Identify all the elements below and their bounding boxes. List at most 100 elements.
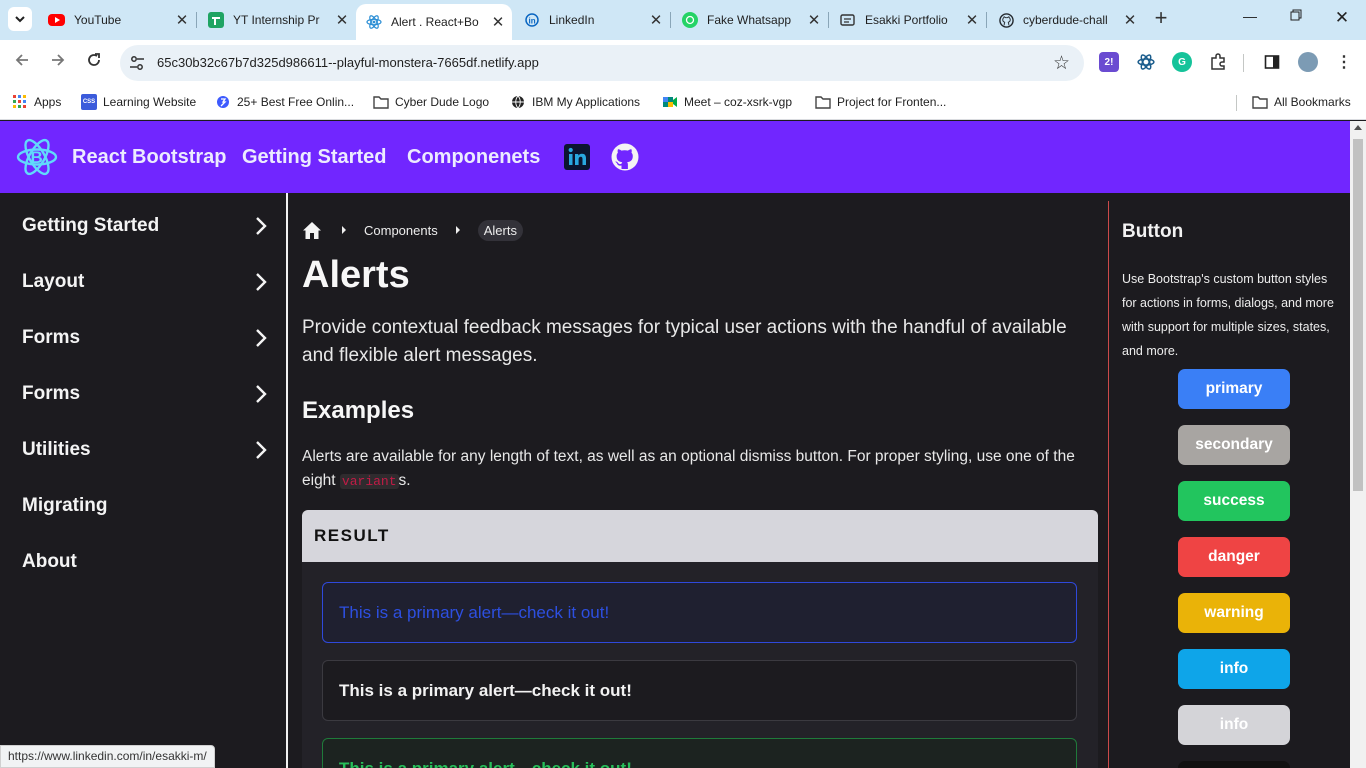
close-tab-icon[interactable]: ✕	[648, 11, 664, 29]
sidebar-item-forms-2[interactable]: Forms	[22, 374, 268, 414]
sidebar-item-utilities[interactable]: Utilities	[22, 430, 268, 470]
github-icon[interactable]	[611, 143, 639, 171]
bookmark-label: 25+ Best Free Onlin...	[237, 95, 355, 109]
tab-title: YT Internship Pr	[233, 13, 320, 27]
bookmarks-divider	[1236, 95, 1237, 111]
extension-icon[interactable]: 2!	[1099, 52, 1119, 72]
all-bookmarks-button[interactable]: All Bookmarks	[1252, 93, 1351, 111]
info-button[interactable]: info	[1178, 649, 1290, 689]
bookmark-learning-website[interactable]: CSS Learning Website	[81, 93, 196, 111]
github-icon	[998, 12, 1014, 28]
folder-icon	[373, 94, 389, 110]
react-bootstrap-logo-icon[interactable]: B	[16, 137, 58, 177]
tab-portfolio[interactable]: Esakki Portfolio ✕	[830, 0, 986, 40]
warning-button[interactable]: warning	[1178, 593, 1290, 633]
profile-avatar[interactable]	[1298, 52, 1318, 72]
more-menu-icon[interactable]: ⋮	[1334, 52, 1354, 72]
tab-internship[interactable]: YT Internship Pr ✕	[198, 0, 356, 40]
tab-youtube[interactable]: YouTube ✕	[38, 0, 196, 40]
bookmark-star-icon[interactable]: ☆	[1053, 52, 1070, 75]
tab-search-button[interactable]	[8, 7, 32, 31]
react-devtools-icon[interactable]	[1136, 52, 1156, 72]
nav-components[interactable]: Componenets	[407, 146, 540, 169]
sidebar-item-label: Utilities	[22, 439, 91, 460]
back-button[interactable]	[11, 52, 33, 74]
close-tab-icon[interactable]: ✕	[334, 11, 350, 29]
primary-button[interactable]: primary	[1178, 369, 1290, 409]
side-panel-icon[interactable]	[1262, 52, 1282, 72]
success-button[interactable]: success	[1178, 481, 1290, 521]
close-window-button[interactable]: ✕	[1330, 8, 1354, 32]
linkedin-icon: in	[524, 12, 540, 28]
sidebar-item-about[interactable]: About	[22, 542, 268, 582]
react-icon	[366, 14, 382, 30]
chevron-down-icon	[15, 16, 25, 23]
reload-button[interactable]	[83, 52, 105, 74]
bookmark-project-frontend[interactable]: Project for Fronten...	[815, 93, 946, 111]
arrow-left-icon	[15, 54, 28, 66]
sidebar-item-forms[interactable]: Forms	[22, 318, 268, 358]
folder-icon	[815, 94, 831, 110]
close-tab-icon[interactable]: ✕	[174, 11, 190, 29]
tab-title: Fake Whatsapp	[707, 13, 792, 27]
bookmark-meet[interactable]: Meet – coz-xsrk-vgp	[662, 93, 792, 111]
brand-link[interactable]: React Bootstrap	[72, 146, 226, 169]
tab-linkedin[interactable]: in LinkedIn ✕	[514, 0, 670, 40]
bookmark-label: IBM My Applications	[532, 95, 641, 109]
bookmark-best-free[interactable]: 25+ Best Free Onlin...	[215, 93, 354, 111]
forward-button[interactable]	[47, 52, 69, 74]
bookmark-label: All Bookmarks	[1274, 95, 1351, 109]
sidebar-item-getting-started[interactable]: Getting Started	[22, 206, 268, 246]
bookmark-apps[interactable]: Apps	[12, 93, 61, 111]
globe-icon	[510, 94, 526, 110]
site-settings-icon[interactable]	[128, 54, 146, 72]
tab-divider	[986, 12, 987, 28]
tab-alert-active[interactable]: Alert . React+Bo ✕	[356, 4, 512, 40]
home-icon[interactable]	[302, 221, 322, 240]
web-page: B React Bootstrap Getting Started Compon…	[0, 121, 1350, 768]
examples-text: Alerts are available for any length of t…	[302, 448, 1075, 489]
tab-title: cyberdude-chall	[1023, 13, 1108, 27]
scroll-up-arrow-icon[interactable]	[1354, 125, 1362, 130]
page-scrollbar[interactable]	[1350, 121, 1366, 768]
tab-title: LinkedIn	[549, 13, 595, 27]
chevron-right-icon	[256, 329, 267, 347]
grammarly-icon[interactable]: G	[1172, 52, 1192, 72]
tab-title: Esakki Portfolio	[865, 13, 948, 27]
close-tab-icon[interactable]: ✕	[964, 11, 980, 29]
extensions-puzzle-icon[interactable]	[1208, 52, 1228, 72]
tab-whatsapp[interactable]: Fake Whatsapp ✕	[672, 0, 828, 40]
status-bar-url: https://www.linkedin.com/in/esakki-m/	[0, 745, 215, 768]
alert-primary: This is a primary alert—check it out!	[322, 582, 1077, 643]
bookmark-cyber-dude-logo[interactable]: Cyber Dude Logo	[373, 93, 489, 111]
new-tab-button[interactable]: +	[1150, 7, 1172, 30]
breadcrumb-components[interactable]: Components	[364, 223, 438, 238]
alert-text: This is a primary alert—check it out!	[339, 602, 610, 622]
secondary-button[interactable]: secondary	[1178, 425, 1290, 465]
minimize-button[interactable]: —	[1238, 8, 1262, 32]
dark-button[interactable]	[1178, 761, 1290, 768]
close-tab-icon[interactable]: ✕	[1122, 11, 1138, 29]
page-title: Alerts	[302, 254, 410, 296]
close-tab-icon[interactable]: ✕	[490, 13, 506, 31]
breadcrumb-alerts: Alerts	[477, 219, 523, 241]
site-icon	[215, 94, 231, 110]
sidebar-item-migrating[interactable]: Migrating	[22, 486, 268, 526]
examples-description: Alerts are available for any length of t…	[302, 445, 1098, 494]
scroll-thumb[interactable]	[1353, 139, 1363, 491]
restore-button[interactable]	[1284, 8, 1308, 32]
close-tab-icon[interactable]: ✕	[806, 11, 822, 29]
linkedin-icon[interactable]	[563, 143, 591, 171]
nav-getting-started[interactable]: Getting Started	[242, 146, 386, 169]
portfolio-icon	[840, 12, 856, 28]
chevron-right-icon	[256, 441, 267, 459]
light-info-button[interactable]: info	[1178, 705, 1290, 745]
tab-title: YouTube	[74, 13, 122, 27]
aside-description: Use Bootstrap's custom button styles for…	[1122, 272, 1334, 358]
whatsapp-icon	[682, 12, 698, 28]
tab-github[interactable]: cyberdude-chall ✕	[988, 0, 1144, 40]
sidebar-item-layout[interactable]: Layout	[22, 262, 268, 302]
danger-button[interactable]: danger	[1178, 537, 1290, 577]
address-bar[interactable]: 65c30b32c67b7d325d986611--playful-monste…	[120, 45, 1084, 81]
bookmark-ibm[interactable]: IBM My Applications	[510, 93, 640, 111]
